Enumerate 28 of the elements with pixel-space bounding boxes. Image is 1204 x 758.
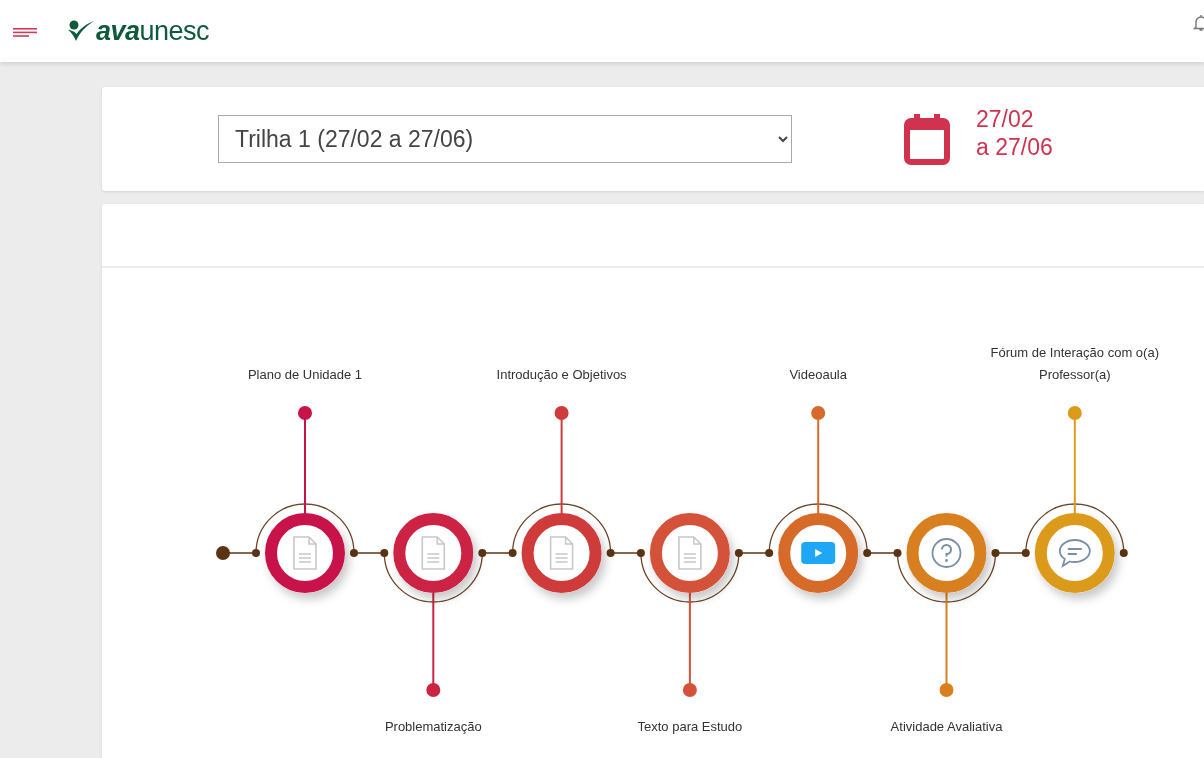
document-icon	[549, 536, 574, 570]
step-node[interactable]	[521, 513, 602, 593]
step-label[interactable]: Introdução e Objetivos	[451, 364, 672, 386]
question-icon	[931, 538, 962, 568]
play-video-icon	[801, 542, 836, 564]
logo-swoosh-icon	[67, 20, 95, 42]
document-icon	[421, 536, 446, 570]
timeline-start-dot	[216, 546, 230, 560]
document-icon	[293, 536, 317, 570]
step-label[interactable]: Problematização	[323, 716, 544, 738]
date-range-text: a 27/06	[976, 133, 1053, 161]
step-label[interactable]: Atividade Avaliativa	[836, 716, 1057, 738]
step-node[interactable]	[265, 513, 345, 593]
logo-text: avaunesc	[96, 15, 210, 47]
step-label[interactable]: Fórum de Interação com o(a) Professor(a)	[964, 342, 1185, 386]
step-label[interactable]: Plano de Unidade 1	[195, 364, 415, 386]
chat-bubble-icon	[1058, 539, 1091, 567]
step-label[interactable]: Texto para Estudo	[579, 716, 800, 738]
step-label[interactable]: Videoaula	[708, 364, 929, 386]
menu-icon[interactable]	[13, 27, 37, 37]
date-range-text: 27/02	[976, 105, 1035, 133]
step-node[interactable]	[1034, 513, 1115, 593]
document-icon	[678, 536, 702, 570]
step-node[interactable]	[906, 513, 987, 593]
calendar-icon	[904, 112, 950, 166]
trail-select[interactable]: Trilha 1 (27/02 a 27/06)	[218, 115, 792, 163]
step-node[interactable]	[649, 513, 730, 593]
step-node[interactable]	[393, 513, 474, 593]
